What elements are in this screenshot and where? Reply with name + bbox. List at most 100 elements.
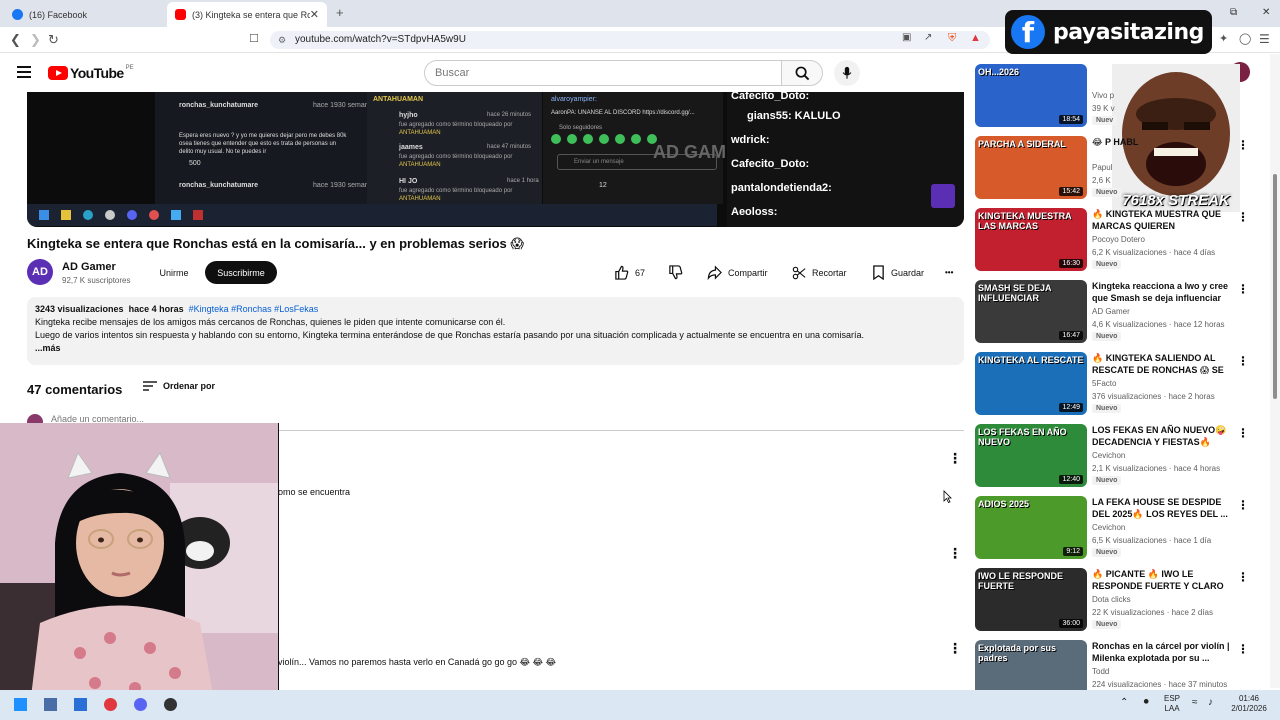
bookmark-icon[interactable]: ☐ [249, 32, 259, 45]
video-thumbnail[interactable]: PARCHA A SIDERAL 15:42 [975, 136, 1087, 199]
share-page-icon[interactable]: ↗ [924, 32, 932, 43]
search-button[interactable] [781, 60, 823, 86]
close-tab-icon[interactable]: ✕ [310, 8, 319, 21]
recommended-menu-icon[interactable]: ⋮ [1237, 498, 1249, 512]
recommended-channel[interactable]: 5Facto [1092, 379, 1116, 388]
page-scrollbar[interactable] [1270, 54, 1280, 688]
thumbnail-caption: ADIOS 2025 [978, 499, 1030, 509]
volume-icon[interactable]: ♪ [1208, 698, 1213, 708]
microphone-tray-icon[interactable]: ⚫ [1142, 698, 1150, 708]
recommended-title[interactable]: 🔥 PICANTE 🔥 IWO LE RESPONDE FUERTE Y CLA… [1092, 568, 1230, 592]
recommended-video[interactable]: LOS FEKAS EN AÑO NUEVO 12:40 LOS FEKAS EN … [975, 424, 1249, 490]
video-thumbnail[interactable]: OH...2026 18:54 [975, 64, 1087, 127]
show-more-link[interactable]: ...más [35, 342, 956, 355]
recommended-menu-icon[interactable]: ⋮ [1237, 426, 1249, 440]
video-thumbnail[interactable]: SMASH SE DEJA INFLUENCIAR 16:47 [975, 280, 1087, 343]
recommended-title[interactable]: 😂 P HABL [1092, 136, 1230, 148]
new-tab-button[interactable]: + [336, 5, 344, 20]
recommended-video[interactable]: SMASH SE DEJA INFLUENCIAR 16:47 Kingteka r… [975, 280, 1249, 346]
hashtags[interactable]: #Kingteka #Ronchas #LosFekas [189, 304, 319, 314]
recommended-channel[interactable]: Papul [1092, 163, 1112, 172]
comment-menu-icon[interactable]: ⋮ [948, 640, 962, 657]
channel-name[interactable]: AD Gamer [62, 261, 116, 273]
start-icon[interactable] [14, 698, 27, 711]
video-thumbnail[interactable]: ADIOS 2025 9:12 [975, 496, 1087, 559]
video-thumbnail[interactable]: IWO LE RESPONDE FUERTE 36:00 [975, 568, 1087, 631]
dislike-button[interactable] [668, 261, 689, 284]
recommended-menu-icon[interactable]: ⋮ [1237, 642, 1249, 656]
recommended-channel[interactable]: Pocoyo Dotero [1092, 235, 1145, 244]
video-description[interactable]: 3243 visualizaciones hace 4 horas #Kingt… [27, 297, 964, 365]
recommended-channel[interactable]: Vivo p [1092, 91, 1114, 100]
menu-icon[interactable]: ☰ [1259, 32, 1270, 46]
restore-window-icon[interactable]: ⧉ [1230, 7, 1237, 18]
tab-youtube-video[interactable]: (3) Kingteka se entera que Ronch... ✕ [167, 2, 327, 27]
reload-icon[interactable]: ↻ [48, 32, 59, 48]
recommended-title[interactable]: Kingteka reacciona a Iwo y cree que Smas… [1092, 280, 1230, 304]
sort-comments-button[interactable]: Ordenar por [143, 381, 215, 391]
recommended-menu-icon[interactable]: ⋮ [1237, 210, 1249, 224]
recommended-channel[interactable]: Dota clicks [1092, 595, 1131, 604]
video-thumbnail[interactable]: KINGTEKA AL RESCATE 12:49 [975, 352, 1087, 415]
guide-menu-icon[interactable] [17, 66, 31, 78]
scrollbar-thumb[interactable] [1273, 174, 1277, 399]
vpn-icon[interactable]: ◯ [1239, 32, 1251, 45]
recommended-menu-icon[interactable]: ⋮ [1237, 570, 1249, 584]
recommended-channel[interactable]: Cevichon [1092, 451, 1125, 460]
task-view-icon[interactable] [44, 698, 57, 711]
recommended-title[interactable]: 🔥 KINGTEKA SALIENDO AL RESCATE DE RONCHA… [1092, 352, 1230, 376]
recommended-video[interactable]: IWO LE RESPONDE FUERTE 36:00 🔥 PICANTE 🔥 I… [975, 568, 1249, 634]
search-input[interactable]: Buscar [424, 60, 782, 86]
recommended-channel[interactable]: AD Gamer [1092, 307, 1130, 316]
language-indicator[interactable]: ESP LAA [1164, 694, 1180, 714]
rewards-icon[interactable]: ▲ [970, 32, 981, 44]
save-button[interactable]: Guardar [872, 261, 925, 284]
video-player[interactable]: ronchas_kunchatumare hace 1930 semanas E… [27, 92, 964, 227]
recommended-title[interactable]: LA FEKA HOUSE SE DESPIDE DEL 2025🔥 LOS R… [1092, 496, 1230, 520]
clock[interactable]: 01:46 2/01/2026 [1226, 694, 1272, 714]
leo-ai-icon[interactable]: ✦ [1219, 32, 1228, 45]
voice-search-button[interactable] [834, 60, 860, 86]
recommended-menu-icon[interactable]: ⋮ [1237, 282, 1249, 296]
back-icon[interactable]: ❮ [10, 32, 21, 48]
recommended-video[interactable]: PARCHA A SIDERAL 15:42 😂 P HABL Papul 2,6 K N… [975, 136, 1249, 202]
recommended-video[interactable]: OH...2026 18:54 Vivo p 39 K v Nuev [975, 64, 1235, 130]
join-button[interactable]: Unirme [148, 261, 200, 284]
brave-shield-icon[interactable]: ⛨ [948, 32, 956, 45]
comment-menu-icon[interactable]: ⋮ [948, 545, 962, 562]
comment-menu-icon[interactable]: ⋮ [948, 450, 962, 467]
share-button[interactable]: Compartir [707, 261, 768, 284]
tray-expand-icon[interactable]: ⌃ [1120, 698, 1128, 708]
recommended-title[interactable]: Ronchas en la cárcel por violín | Milenk… [1092, 640, 1230, 664]
brave-icon[interactable] [104, 698, 117, 711]
youtube-logo[interactable]: YouTube PE [48, 65, 134, 81]
close-window-icon[interactable]: ✕ [1262, 7, 1270, 18]
address-bar[interactable]: ⚙ youtube.com/watch?v=STdpvHA5w9U [270, 31, 990, 49]
wifi-icon[interactable]: ≈ [1192, 698, 1198, 708]
recommended-channel[interactable]: Todd [1092, 667, 1109, 676]
forward-icon[interactable]: ❯ [30, 32, 41, 48]
recommended-video[interactable]: ADIOS 2025 9:12 LA FEKA HOUSE SE DESPIDE D… [975, 496, 1249, 562]
video-thumbnail[interactable]: LOS FEKAS EN AÑO NUEVO 12:40 [975, 424, 1087, 487]
subscribe-button[interactable]: Suscribirme [205, 261, 277, 284]
cast-icon[interactable]: ▣ [902, 32, 911, 43]
recommended-channel[interactable]: Cevichon [1092, 523, 1125, 532]
recommended-title[interactable]: LOS FEKAS EN AÑO NUEVO🤪 DECADENCIA Y FIE… [1092, 424, 1230, 448]
comments-count: 47 comentarios [27, 382, 123, 397]
more-actions-button[interactable]: ••• [945, 261, 954, 284]
recommended-video[interactable]: KINGTEKA MUESTRA LAS MARCAS 16:30 🔥 KINGTE… [975, 208, 1249, 274]
recommended-menu-icon[interactable]: ⋮ [1237, 138, 1249, 152]
recommended-menu-icon[interactable]: ⋮ [1237, 354, 1249, 368]
files-icon[interactable] [74, 698, 87, 711]
recommended-title[interactable]: 🔥 KINGTEKA MUESTRA QUE MARCAS QUIEREN TR… [1092, 208, 1230, 232]
tab-facebook[interactable]: (16) Facebook [4, 2, 164, 27]
clip-button[interactable]: Recortar [792, 261, 847, 284]
search-icon [795, 66, 809, 80]
channel-avatar[interactable]: AD [27, 259, 53, 285]
like-button[interactable]: 67 [614, 261, 646, 284]
video-thumbnail[interactable]: KINGTEKA MUESTRA LAS MARCAS 16:30 [975, 208, 1087, 271]
obs-icon[interactable] [164, 698, 177, 711]
discord-icon[interactable] [134, 698, 147, 711]
recommended-video[interactable]: KINGTEKA AL RESCATE 12:49 🔥 KINGTEKA SALIE… [975, 352, 1249, 418]
site-info-icon[interactable]: ⚙ [278, 31, 286, 49]
